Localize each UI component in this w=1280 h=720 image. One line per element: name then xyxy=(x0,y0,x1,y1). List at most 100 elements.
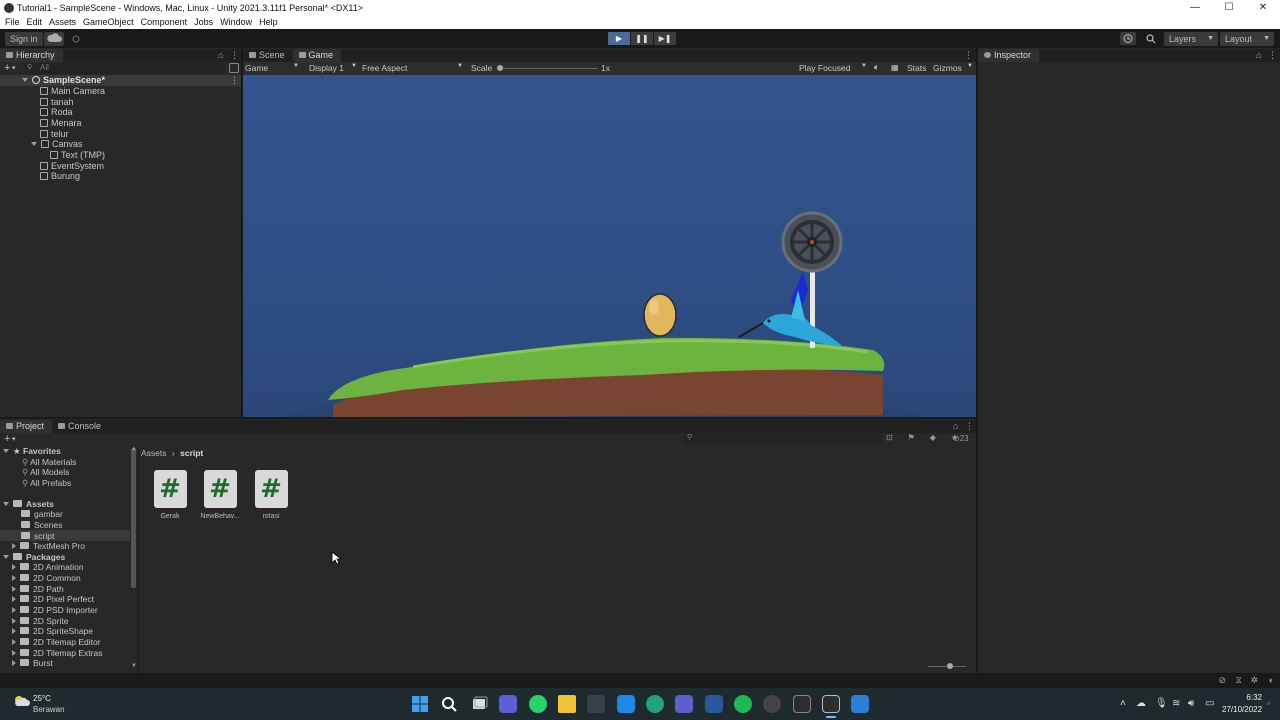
lock-icon[interactable]: ⌂ xyxy=(218,50,223,60)
grid-icon[interactable]: ▦ xyxy=(891,63,899,72)
scene-menu-icon[interactable]: ⋮ xyxy=(230,75,239,86)
tab-hierarchy[interactable]: Hierarchy xyxy=(0,49,63,62)
file-explorer-icon[interactable] xyxy=(558,695,576,713)
onedrive-cloud-icon[interactable]: ☁ xyxy=(1136,698,1146,709)
notification-icon[interactable]: ▫ xyxy=(1267,699,1270,708)
add-button[interactable]: + xyxy=(4,62,10,74)
tab-inspector[interactable]: Inspector xyxy=(978,49,1040,62)
audio-mute-icon[interactable]: 🔈︎ xyxy=(874,62,879,73)
scroll-down-icon[interactable]: ▼ xyxy=(131,663,137,669)
expand-arrow-icon[interactable] xyxy=(12,586,16,592)
aspect-dropdown[interactable]: Free Aspect xyxy=(362,63,407,73)
expand-arrow-icon[interactable] xyxy=(3,449,9,453)
auto-generate-lighting-icon[interactable]: ✲ xyxy=(1250,675,1258,686)
menu-gameobject[interactable]: GameObject xyxy=(83,17,134,27)
weather-temperature[interactable]: 25°C xyxy=(33,694,51,703)
script-asset[interactable]: # rotasi xyxy=(246,470,296,520)
layers-dropdown[interactable]: Layers ▼ xyxy=(1164,32,1218,46)
expand-arrow-icon[interactable] xyxy=(3,502,9,506)
windows-start-icon[interactable] xyxy=(411,695,429,713)
volume-icon[interactable]: 🔊︎ xyxy=(1188,698,1194,709)
favorite-item[interactable]: ⚲ All Materials xyxy=(22,457,76,468)
assets-header[interactable]: Assets xyxy=(3,499,54,510)
menu-component[interactable]: Component xyxy=(141,17,188,27)
package-item[interactable]: 2D Tilemap Editor xyxy=(12,637,101,648)
hierarchy-item[interactable]: Text (TMP) xyxy=(50,150,105,161)
task-view-icon[interactable] xyxy=(470,695,488,713)
hierarchy-item[interactable]: Roda xyxy=(40,107,73,118)
teams-icon[interactable] xyxy=(675,695,693,713)
unity-hub-icon[interactable] xyxy=(793,695,811,713)
menu-help[interactable]: Help xyxy=(259,17,278,27)
project-tree-scrollbar[interactable] xyxy=(131,448,136,588)
script-asset[interactable]: # NewBehav... xyxy=(195,470,245,520)
sign-in-button[interactable]: Sign in xyxy=(5,32,43,46)
package-item[interactable]: 2D Sprite xyxy=(12,616,68,627)
hierarchy-search-input[interactable]: ⚲ All xyxy=(24,63,225,74)
hidden-packages-count[interactable]: ⊘23 xyxy=(953,434,969,443)
tab-console[interactable]: Console xyxy=(52,420,110,433)
microsoft-store-icon[interactable] xyxy=(587,695,605,713)
display-dropdown[interactable]: Display 1 xyxy=(309,63,344,73)
chevron-up-icon[interactable]: ˄ xyxy=(1120,698,1126,709)
tab-game[interactable]: Game xyxy=(292,49,342,62)
expand-arrow-icon[interactable] xyxy=(12,628,16,634)
expand-arrow-icon[interactable] xyxy=(12,660,16,666)
expand-arrow-icon[interactable] xyxy=(12,650,16,656)
search-icon[interactable] xyxy=(1142,32,1160,45)
scene-row[interactable]: SampleScene* xyxy=(22,75,105,86)
menu-window[interactable]: Window xyxy=(220,17,252,27)
scale-slider-handle[interactable] xyxy=(497,65,503,71)
pause-button[interactable]: ❚❚ xyxy=(631,32,653,45)
favorite-item[interactable]: ⚲ All Models xyxy=(22,467,69,478)
weather-cloud-icon[interactable] xyxy=(12,694,30,708)
packages-header[interactable]: Packages xyxy=(3,552,65,563)
expand-arrow-icon[interactable] xyxy=(12,564,16,570)
hierarchy-item[interactable]: Main Camera xyxy=(40,86,105,97)
gizmos-button[interactable]: Gizmos xyxy=(933,63,962,73)
minimize-button[interactable]: — xyxy=(1178,0,1212,15)
splitter[interactable] xyxy=(138,445,139,673)
expand-arrow-icon[interactable] xyxy=(22,78,28,82)
package-item[interactable]: Burst xyxy=(12,658,53,669)
chrome-icon[interactable] xyxy=(763,695,781,713)
edge-browser-icon[interactable] xyxy=(646,695,664,713)
expand-arrow-icon[interactable] xyxy=(12,596,16,602)
search-by-label-icon[interactable]: ⚑ xyxy=(908,433,915,444)
menu-assets[interactable]: Assets xyxy=(49,17,76,27)
breadcrumb-script[interactable]: script xyxy=(180,448,203,458)
hierarchy-item[interactable]: Canvas xyxy=(31,139,83,150)
progress-icon[interactable]: ⧖ xyxy=(1236,675,1242,686)
asset-folder[interactable]: Scenes xyxy=(21,520,62,531)
clock-time[interactable]: 6:32 xyxy=(1226,693,1262,702)
asset-folder-selected[interactable]: script xyxy=(21,531,54,542)
expand-arrow-icon[interactable] xyxy=(12,575,16,581)
wifi-icon[interactable]: ≋ xyxy=(1172,698,1180,709)
game-viewport[interactable] xyxy=(243,75,976,417)
menu-file[interactable]: File xyxy=(5,17,20,27)
create-button[interactable]: + xyxy=(4,433,10,445)
expand-arrow-icon[interactable] xyxy=(12,607,16,613)
menu-jobs[interactable]: Jobs xyxy=(194,17,213,27)
clock-date[interactable]: 27/10/2022 xyxy=(1222,705,1262,714)
lock-icon[interactable]: ⌂ xyxy=(1256,50,1261,60)
chevron-down-icon[interactable]: ▾ xyxy=(12,64,16,72)
mail-icon[interactable] xyxy=(617,695,635,713)
search-filter-icon[interactable] xyxy=(229,63,239,73)
close-button[interactable]: ✕ xyxy=(1246,0,1280,15)
tag-icon[interactable]: ◆ xyxy=(930,433,936,444)
package-item[interactable]: 2D Pixel Perfect xyxy=(12,594,94,605)
more-menu-icon[interactable]: ⋮ xyxy=(964,50,973,61)
game-mode-dropdown[interactable]: Game xyxy=(245,63,268,73)
unity-editor-icon[interactable] xyxy=(822,695,840,713)
package-item[interactable]: 2D Path xyxy=(12,584,64,595)
scroll-up-icon[interactable]: ▲ xyxy=(131,446,137,452)
menu-edit[interactable]: Edit xyxy=(27,17,43,27)
scale-slider-track[interactable] xyxy=(497,68,597,69)
weather-condition[interactable]: Berawan xyxy=(33,705,65,714)
asset-folder[interactable]: gambar xyxy=(21,509,63,520)
play-button[interactable]: ▶ xyxy=(608,32,630,45)
hierarchy-item[interactable]: Burung xyxy=(40,171,80,182)
whatsapp-icon[interactable] xyxy=(529,695,547,713)
lock-icon[interactable]: ⌂ xyxy=(953,421,958,431)
